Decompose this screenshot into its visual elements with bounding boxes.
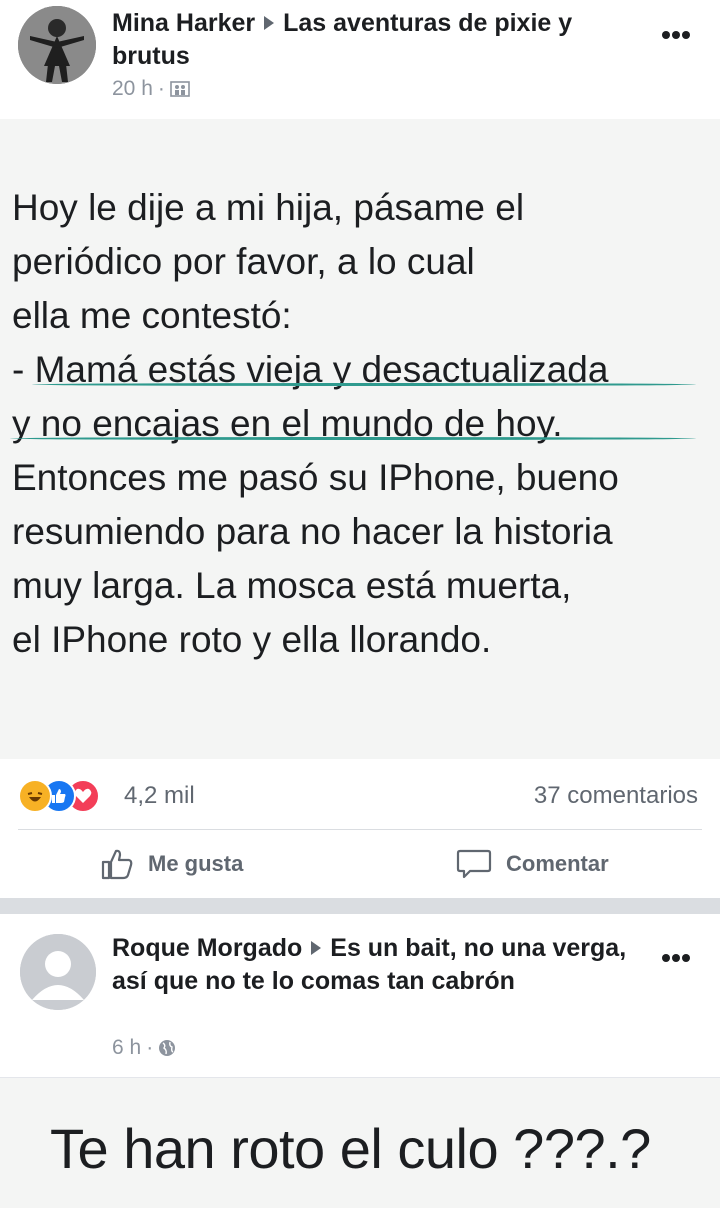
post-body: Te han roto el culo ???.? <box>0 1077 720 1208</box>
feed-separator <box>0 898 720 914</box>
haha-reaction-icon <box>18 779 52 813</box>
action-bar: Me gusta Comentar <box>0 830 720 898</box>
comment-bubble-icon <box>456 849 492 879</box>
author-name[interactable]: Roque Morgado <box>112 934 302 962</box>
more-options-icon[interactable] <box>662 26 694 39</box>
handdrawn-underline <box>32 383 696 386</box>
avatar-figure-icon <box>18 6 96 84</box>
post-text: Te han roto el culo ???.? <box>50 1117 651 1180</box>
group-members-icon <box>170 81 190 97</box>
post-header: Mina Harker Las aventuras de pixie y brut… <box>0 0 720 118</box>
post-time[interactable]: 20 h <box>112 77 153 100</box>
post-text: Hoy le dije a mi hija, pásame el periódi… <box>12 187 619 660</box>
default-user-icon <box>20 934 96 1010</box>
comment-button[interactable]: Comentar <box>456 830 609 898</box>
like-thumb-icon <box>101 849 133 880</box>
globe-icon <box>159 1040 176 1056</box>
meta-separator: · <box>146 1036 154 1059</box>
author-avatar-placeholder[interactable] <box>20 934 96 1010</box>
handdrawn-underline <box>10 437 696 440</box>
author-name[interactable]: Mina Harker <box>112 9 255 37</box>
more-options-icon[interactable] <box>662 949 694 962</box>
meta-separator: · <box>157 77 165 100</box>
post-body: Hoy le dije a mi hija, pásame el periódi… <box>0 119 720 759</box>
like-label: Me gusta <box>148 851 244 876</box>
caret-right-icon <box>311 941 322 956</box>
post-title: Roque Morgado Es un bait, no una verga, a… <box>112 932 652 998</box>
post-title: Mina Harker Las aventuras de pixie y brut… <box>112 7 652 73</box>
post-meta: 20 h · <box>112 76 190 102</box>
comment-label: Comentar <box>506 851 609 876</box>
post-time[interactable]: 6 h <box>112 1036 141 1059</box>
like-button[interactable]: Me gusta <box>100 830 243 898</box>
caret-right-icon <box>264 16 275 31</box>
post-meta: 6 h · <box>112 1035 176 1061</box>
reactions-bar: 4,2 mil 37 comentarios <box>0 760 720 830</box>
author-avatar[interactable] <box>18 6 96 84</box>
comment-count[interactable]: 37 comentarios <box>534 782 698 810</box>
reaction-count[interactable]: 4,2 mil <box>124 782 195 810</box>
